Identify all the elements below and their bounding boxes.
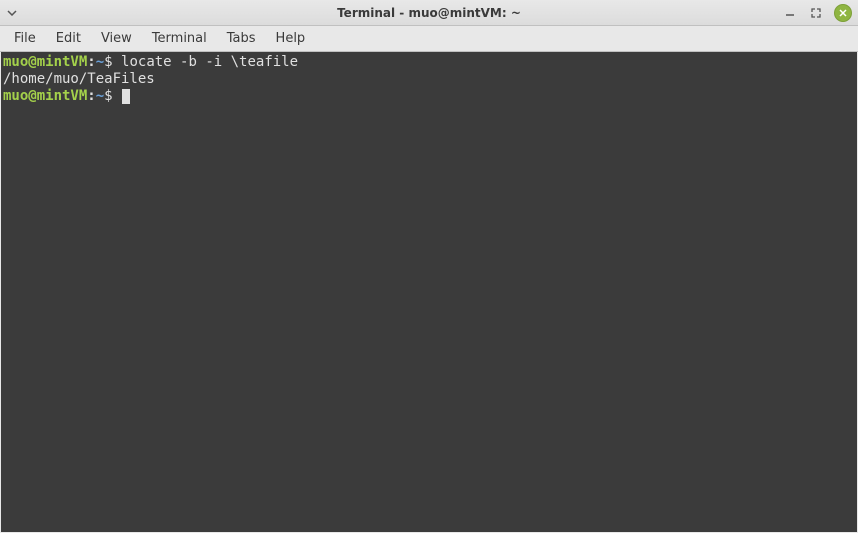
menu-tabs[interactable]: Tabs [217, 28, 266, 49]
terminal-body[interactable]: muo@mintVM:~$ locate -b -i \teafile /hom… [1, 52, 857, 532]
window-menu-icon[interactable] [6, 7, 18, 19]
close-button[interactable] [834, 4, 852, 22]
maximize-button[interactable] [808, 5, 824, 21]
titlebar-controls [782, 4, 852, 22]
output-text: /home/muo/TeaFiles [3, 71, 155, 87]
menu-edit[interactable]: Edit [46, 28, 91, 49]
prompt-dollar: $ [104, 88, 112, 104]
terminal-window: Terminal - muo@mintVM: ~ F [0, 0, 858, 533]
prompt-sep: : [87, 88, 95, 104]
minimize-button[interactable] [782, 5, 798, 21]
prompt-path: ~ [96, 88, 104, 104]
cursor-icon [122, 89, 130, 104]
prompt-user: muo@mintVM [3, 88, 87, 104]
titlebar-left [6, 7, 18, 19]
menu-terminal[interactable]: Terminal [142, 28, 217, 49]
menubar: File Edit View Terminal Tabs Help [0, 26, 858, 52]
titlebar[interactable]: Terminal - muo@mintVM: ~ [0, 0, 858, 26]
terminal-line: /home/muo/TeaFiles [3, 71, 855, 88]
window-title: Terminal - muo@mintVM: ~ [337, 6, 521, 20]
prompt-dollar: $ [104, 54, 112, 70]
terminal-line: muo@mintVM:~$ locate -b -i \teafile [3, 54, 855, 71]
terminal-line: muo@mintVM:~$ [3, 88, 855, 105]
menu-view[interactable]: View [91, 28, 142, 49]
menu-file[interactable]: File [4, 28, 46, 49]
menu-help[interactable]: Help [266, 28, 316, 49]
prompt-path: ~ [96, 54, 104, 70]
prompt-user: muo@mintVM [3, 54, 87, 70]
command-text [113, 88, 121, 104]
command-text: locate -b -i \teafile [113, 54, 298, 70]
prompt-sep: : [87, 54, 95, 70]
